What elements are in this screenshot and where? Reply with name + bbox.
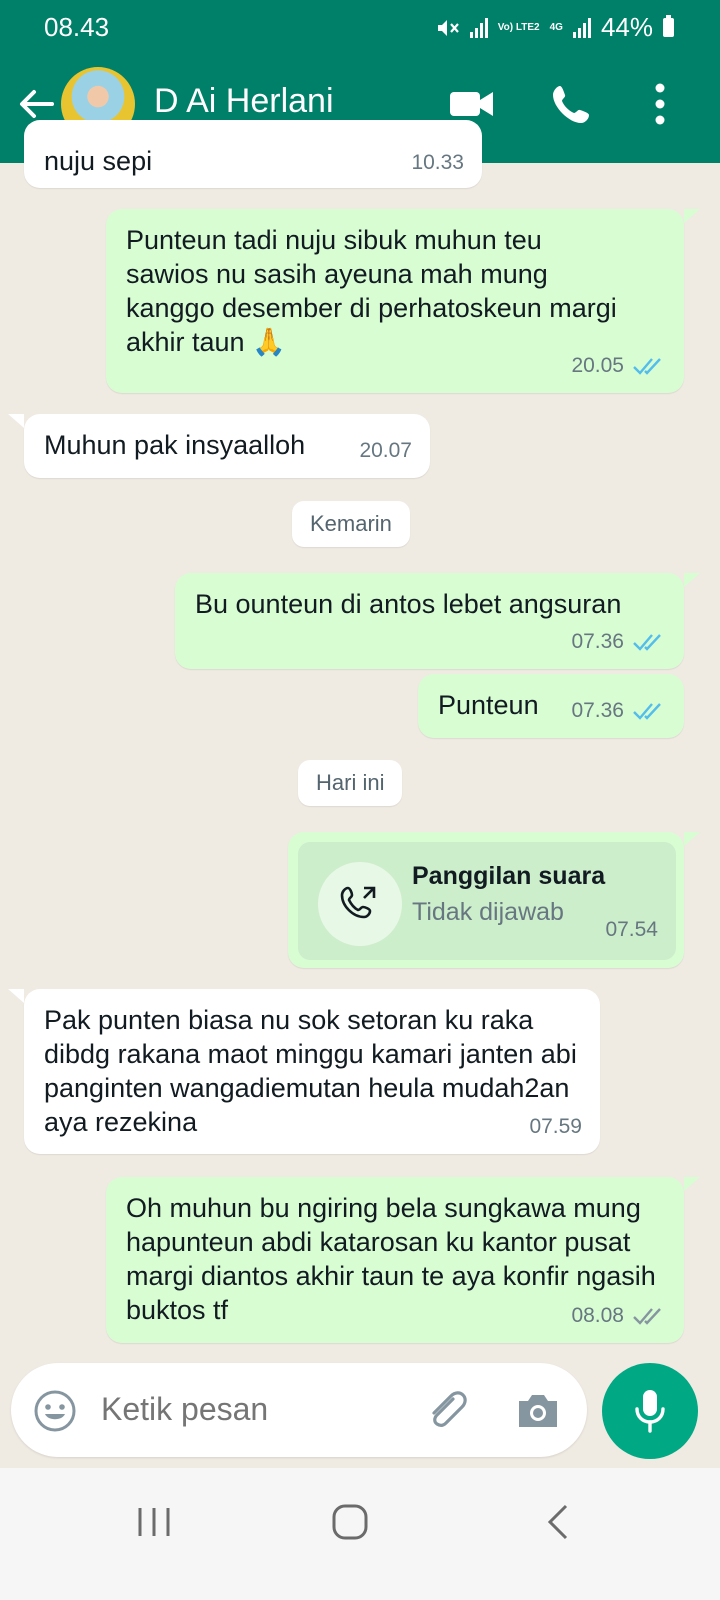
- contact-name[interactable]: D Ai Herlani: [154, 82, 334, 121]
- double-check-icon: [633, 634, 661, 651]
- battery-icon: [663, 15, 674, 37]
- message-outgoing[interactable]: Punteun tadi nuju sibuk muhun teu sawios…: [106, 209, 684, 393]
- mute-icon: [437, 19, 459, 36]
- mic-button[interactable]: [602, 1363, 698, 1459]
- message-time: 20.07: [359, 439, 412, 462]
- phone-icon[interactable]: [550, 82, 598, 126]
- message-text: Punteun tadi nuju sibuk muhun teu sawios…: [126, 225, 617, 357]
- system-nav-bar: [0, 1468, 720, 1600]
- paperclip-icon[interactable]: [423, 1387, 469, 1433]
- missed-call-icon: [340, 886, 376, 919]
- call-card[interactable]: Panggilan suara Tidak dijawab 07.54: [298, 842, 676, 960]
- message-time: 08.08: [571, 1304, 624, 1327]
- message-outgoing[interactable]: Bu ounteun di antos lebet angsuran 07.36: [175, 573, 684, 669]
- message-time: 20.05: [571, 354, 624, 377]
- back-nav-icon[interactable]: [540, 1502, 580, 1542]
- message-composer: [11, 1363, 587, 1457]
- camera-icon[interactable]: [515, 1389, 561, 1431]
- network-label: Vo) LTE2: [497, 21, 540, 33]
- message-outgoing[interactable]: Oh muhun bu ngiring bela sungkawa mung h…: [106, 1177, 684, 1343]
- battery-percent: 44%: [600, 12, 653, 42]
- arrow-left-icon[interactable]: [16, 84, 56, 124]
- double-check-icon: [633, 703, 661, 720]
- message-input[interactable]: [101, 1391, 401, 1428]
- network-type: 4G: [549, 21, 563, 33]
- message-text: Punteun: [438, 690, 539, 720]
- message-time: 07.36: [571, 699, 624, 722]
- date-separator: Kemarin: [292, 501, 410, 547]
- message-time: 07.36: [571, 630, 624, 653]
- call-status: Tidak dijawab: [412, 898, 564, 926]
- double-check-icon: [633, 1308, 661, 1325]
- date-separator: Hari ini: [298, 760, 403, 806]
- message-time: 10.33: [411, 151, 464, 174]
- message-incoming[interactable]: nuju sepi 10.33: [24, 120, 482, 188]
- call-icon-circle: [318, 862, 402, 946]
- message-incoming[interactable]: Muhun pak insyaalloh 20.07: [24, 414, 430, 478]
- more-vert-icon[interactable]: [636, 82, 684, 126]
- call-title: Panggilan suara: [412, 862, 606, 890]
- home-icon[interactable]: [330, 1502, 370, 1542]
- signal-1-icon: [469, 17, 488, 38]
- message-time: 07.59: [529, 1115, 582, 1138]
- message-text: Muhun pak insyaalloh: [44, 430, 306, 460]
- double-check-icon: [633, 358, 661, 375]
- message-text: Bu ounteun di antos lebet angsuran: [195, 589, 622, 619]
- microphone-icon: [635, 1390, 665, 1433]
- recent-apps-icon[interactable]: [134, 1502, 174, 1542]
- message-text: nuju sepi: [44, 146, 153, 176]
- message-time: 07.54: [605, 918, 658, 941]
- status-time: 08.43: [44, 12, 110, 42]
- message-outgoing[interactable]: Punteun 07.36: [418, 674, 684, 738]
- signal-2-icon: [572, 17, 591, 38]
- message-incoming[interactable]: Pak punten biasa nu sok setoran ku raka …: [24, 989, 600, 1154]
- emoji-icon[interactable]: [33, 1389, 77, 1433]
- message-text: Pak punten biasa nu sok setoran ku raka …: [44, 1005, 577, 1137]
- status-icons: Vo) LTE2 4G 44%: [436, 12, 674, 43]
